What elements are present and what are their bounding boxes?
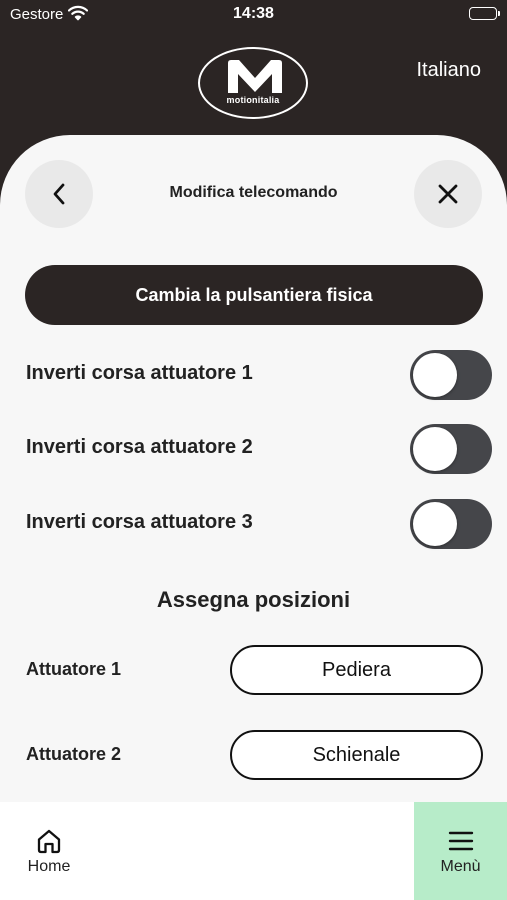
- toggle-row-actuator-2: Inverti corsa attuatore 2: [26, 424, 492, 474]
- tab-menu-label: Menù: [440, 858, 481, 875]
- invert-actuator-3-toggle[interactable]: [410, 499, 492, 549]
- toggle-knob: [413, 427, 457, 471]
- logo-text: motionitalia: [226, 95, 280, 105]
- tab-menu[interactable]: Menù: [414, 802, 507, 900]
- assign-label: Attuatore 2: [26, 744, 122, 764]
- toggle-label: Inverti corsa attuatore 2: [26, 436, 253, 458]
- toggle-knob: [413, 353, 457, 397]
- actuator-2-position-button[interactable]: Schienale: [230, 730, 483, 780]
- toggle-label: Inverti corsa attuatore 1: [26, 362, 253, 384]
- change-physical-remote-button[interactable]: Cambia la pulsantiera fisica: [25, 265, 483, 325]
- invert-actuator-1-toggle[interactable]: [410, 350, 492, 400]
- battery-icon: [469, 7, 500, 20]
- edit-remote-sheet: Modifica telecomando Cambia la pulsantie…: [0, 135, 507, 805]
- assign-row-actuator-1: Attuatore 1 Pediera: [26, 645, 483, 695]
- home-icon: [37, 829, 61, 854]
- status-bar: Gestore 14:38: [0, 0, 507, 30]
- assign-label: Attuatore 1: [26, 659, 122, 679]
- tab-home-label: Home: [27, 858, 71, 875]
- assign-row-actuator-2: Attuatore 2 Schienale: [26, 730, 483, 780]
- logo-m-icon: [228, 60, 282, 93]
- tab-home[interactable]: Home: [0, 802, 98, 900]
- assign-positions-title: Assegna posizioni: [156, 587, 351, 612]
- toggle-knob: [413, 502, 457, 546]
- hamburger-menu-icon: [448, 831, 473, 851]
- language-selector[interactable]: Italiano: [417, 59, 482, 82]
- brand-logo: motionitalia: [198, 47, 308, 119]
- toggle-row-actuator-3: Inverti corsa attuatore 3: [26, 499, 492, 549]
- close-icon: [438, 184, 458, 204]
- actuator-1-position-button[interactable]: Pediera: [230, 645, 483, 695]
- toggle-row-actuator-1: Inverti corsa attuatore 1: [26, 350, 492, 400]
- tab-bar: Home Menù: [0, 802, 507, 900]
- status-time: 14:38: [233, 5, 274, 22]
- toggle-label: Inverti corsa attuatore 3: [26, 511, 253, 533]
- invert-actuator-2-toggle[interactable]: [410, 424, 492, 474]
- close-button[interactable]: [414, 160, 482, 228]
